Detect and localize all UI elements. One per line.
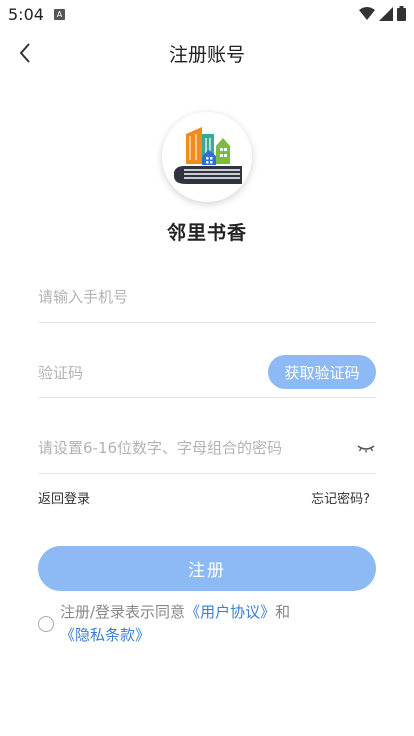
status-bar: 5:04 A (0, 0, 414, 30)
back-to-login-link[interactable]: 返回登录 (38, 488, 90, 507)
code-field: 获取验证码 (38, 355, 376, 398)
app-logo-icon (174, 127, 242, 184)
notification-icon: A (54, 9, 65, 20)
agreement-checkbox[interactable] (38, 616, 54, 632)
app-logo (162, 112, 252, 202)
wifi-icon (359, 6, 375, 20)
phone-input[interactable] (38, 282, 376, 312)
register-button[interactable]: 注册 (38, 546, 376, 591)
agreement-text: 注册/登录表示同意《用户协议》和《隐私条款》 (60, 601, 376, 647)
agreement-prefix: 注册/登录表示同意 (60, 603, 186, 621)
agreement-and: 和 (275, 603, 291, 621)
status-icons (359, 6, 406, 21)
phone-field (38, 282, 376, 323)
forgot-password-link[interactable]: 忘记密码? (311, 488, 370, 507)
battery-icon (397, 6, 406, 21)
get-code-button[interactable]: 获取验证码 (268, 355, 376, 389)
page-title: 注册账号 (168, 44, 245, 66)
user-agreement-link[interactable]: 《用户协议》 (185, 603, 275, 621)
nav-bar: 注册账号 (0, 30, 414, 76)
signal-icon (379, 6, 393, 21)
password-visibility-toggle[interactable] (356, 438, 376, 458)
eye-closed-icon (357, 445, 375, 453)
password-field (38, 432, 376, 474)
password-input[interactable] (38, 433, 338, 463)
status-time: 5:04 (8, 5, 44, 24)
code-input[interactable] (38, 358, 258, 388)
app-name: 邻里书香 (166, 222, 247, 244)
privacy-policy-link[interactable]: 《隐私条款》 (60, 626, 150, 644)
